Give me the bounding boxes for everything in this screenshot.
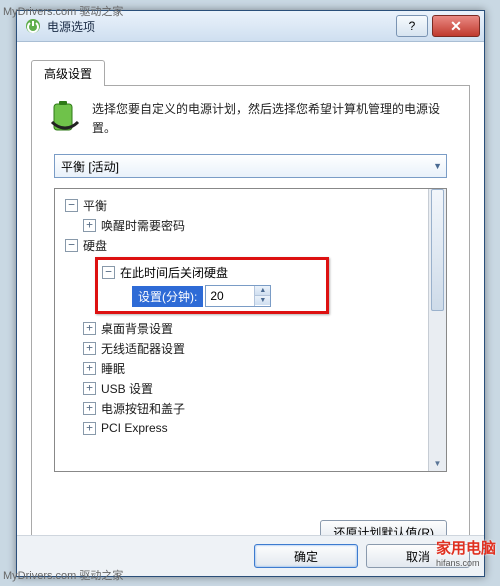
expand-icon[interactable]: + [83, 382, 96, 395]
chevron-down-icon: ▼ [433, 161, 442, 171]
scroll-down-button[interactable]: ▼ [429, 455, 446, 471]
collapse-icon[interactable]: − [65, 199, 78, 212]
power-options-dialog: 电源选项 ? ✕ 高级设置 选择您要自定义的电源计划，然后选择您希望计算机管理的… [16, 10, 485, 577]
collapse-icon[interactable]: − [102, 266, 115, 279]
tree-item-sleep[interactable]: +睡眠 [61, 358, 446, 378]
spin-down-button[interactable]: ▼ [255, 296, 270, 305]
watermark-bottom: MyDrivers.com 驱动之家 [3, 567, 123, 583]
source-stamp: 家用电脑 hifans.com [436, 537, 496, 568]
tree-item-balance[interactable]: −平衡 [61, 195, 446, 215]
expand-icon[interactable]: + [83, 422, 96, 435]
expand-icon[interactable]: + [83, 322, 96, 335]
collapse-icon[interactable]: − [65, 239, 78, 252]
setting-label: 设置(分钟): [132, 286, 203, 307]
tree-item-wake-password[interactable]: +唤醒时需要密码 [61, 215, 446, 235]
scroll-thumb[interactable] [431, 189, 444, 311]
tab-control: 高级设置 选择您要自定义的电源计划，然后选择您希望计算机管理的电源设置。 平衡 … [31, 59, 470, 528]
tree-item-power-button[interactable]: +电源按钮和盖子 [61, 398, 446, 418]
battery-icon [48, 100, 82, 134]
expand-icon[interactable]: + [83, 402, 96, 415]
tree-item-usb[interactable]: +USB 设置 [61, 378, 446, 398]
watermark-top: MyDrivers.com 驱动之家 [3, 3, 123, 19]
description-text: 选择您要自定义的电源计划，然后选择您希望计算机管理的电源设置。 [92, 100, 453, 138]
close-button[interactable]: ✕ [432, 15, 480, 37]
help-button[interactable]: ? [396, 15, 428, 37]
tree-item-pci[interactable]: +PCI Express [61, 418, 446, 438]
tree-item-hdd[interactable]: −硬盘 [61, 235, 446, 255]
expand-icon[interactable]: + [83, 362, 96, 375]
expand-icon[interactable]: + [83, 219, 96, 232]
plan-combobox[interactable]: 平衡 [活动] ▼ [54, 154, 447, 178]
tab-panel: 选择您要自定义的电源计划，然后选择您希望计算机管理的电源设置。 平衡 [活动] … [31, 85, 470, 557]
tree-item-wifi[interactable]: +无线适配器设置 [61, 338, 446, 358]
expand-icon[interactable]: + [83, 342, 96, 355]
spin-up-button[interactable]: ▲ [255, 286, 270, 296]
window-title: 电源选项 [47, 18, 396, 35]
highlighted-setting: −在此时间后关闭硬盘 设置(分钟): ▲ ▼ [95, 257, 329, 314]
tree-item-desktop-bg[interactable]: +桌面背景设置 [61, 318, 446, 338]
minutes-spinner[interactable]: ▲ ▼ [205, 285, 271, 307]
tree-scrollbar[interactable]: ▲ ▼ [428, 189, 446, 471]
ok-button[interactable]: 确定 [254, 544, 358, 568]
minutes-input[interactable] [206, 286, 254, 306]
plan-selected: 平衡 [活动] [61, 158, 119, 175]
tab-advanced[interactable]: 高级设置 [31, 60, 105, 86]
power-icon [25, 18, 41, 34]
tree-item-hdd-off[interactable]: 在此时间后关闭硬盘 [120, 264, 228, 281]
settings-tree[interactable]: −平衡 +唤醒时需要密码 −硬盘 −在此时间后关闭硬盘 设置(分钟): ▲ ▼ [54, 188, 447, 472]
